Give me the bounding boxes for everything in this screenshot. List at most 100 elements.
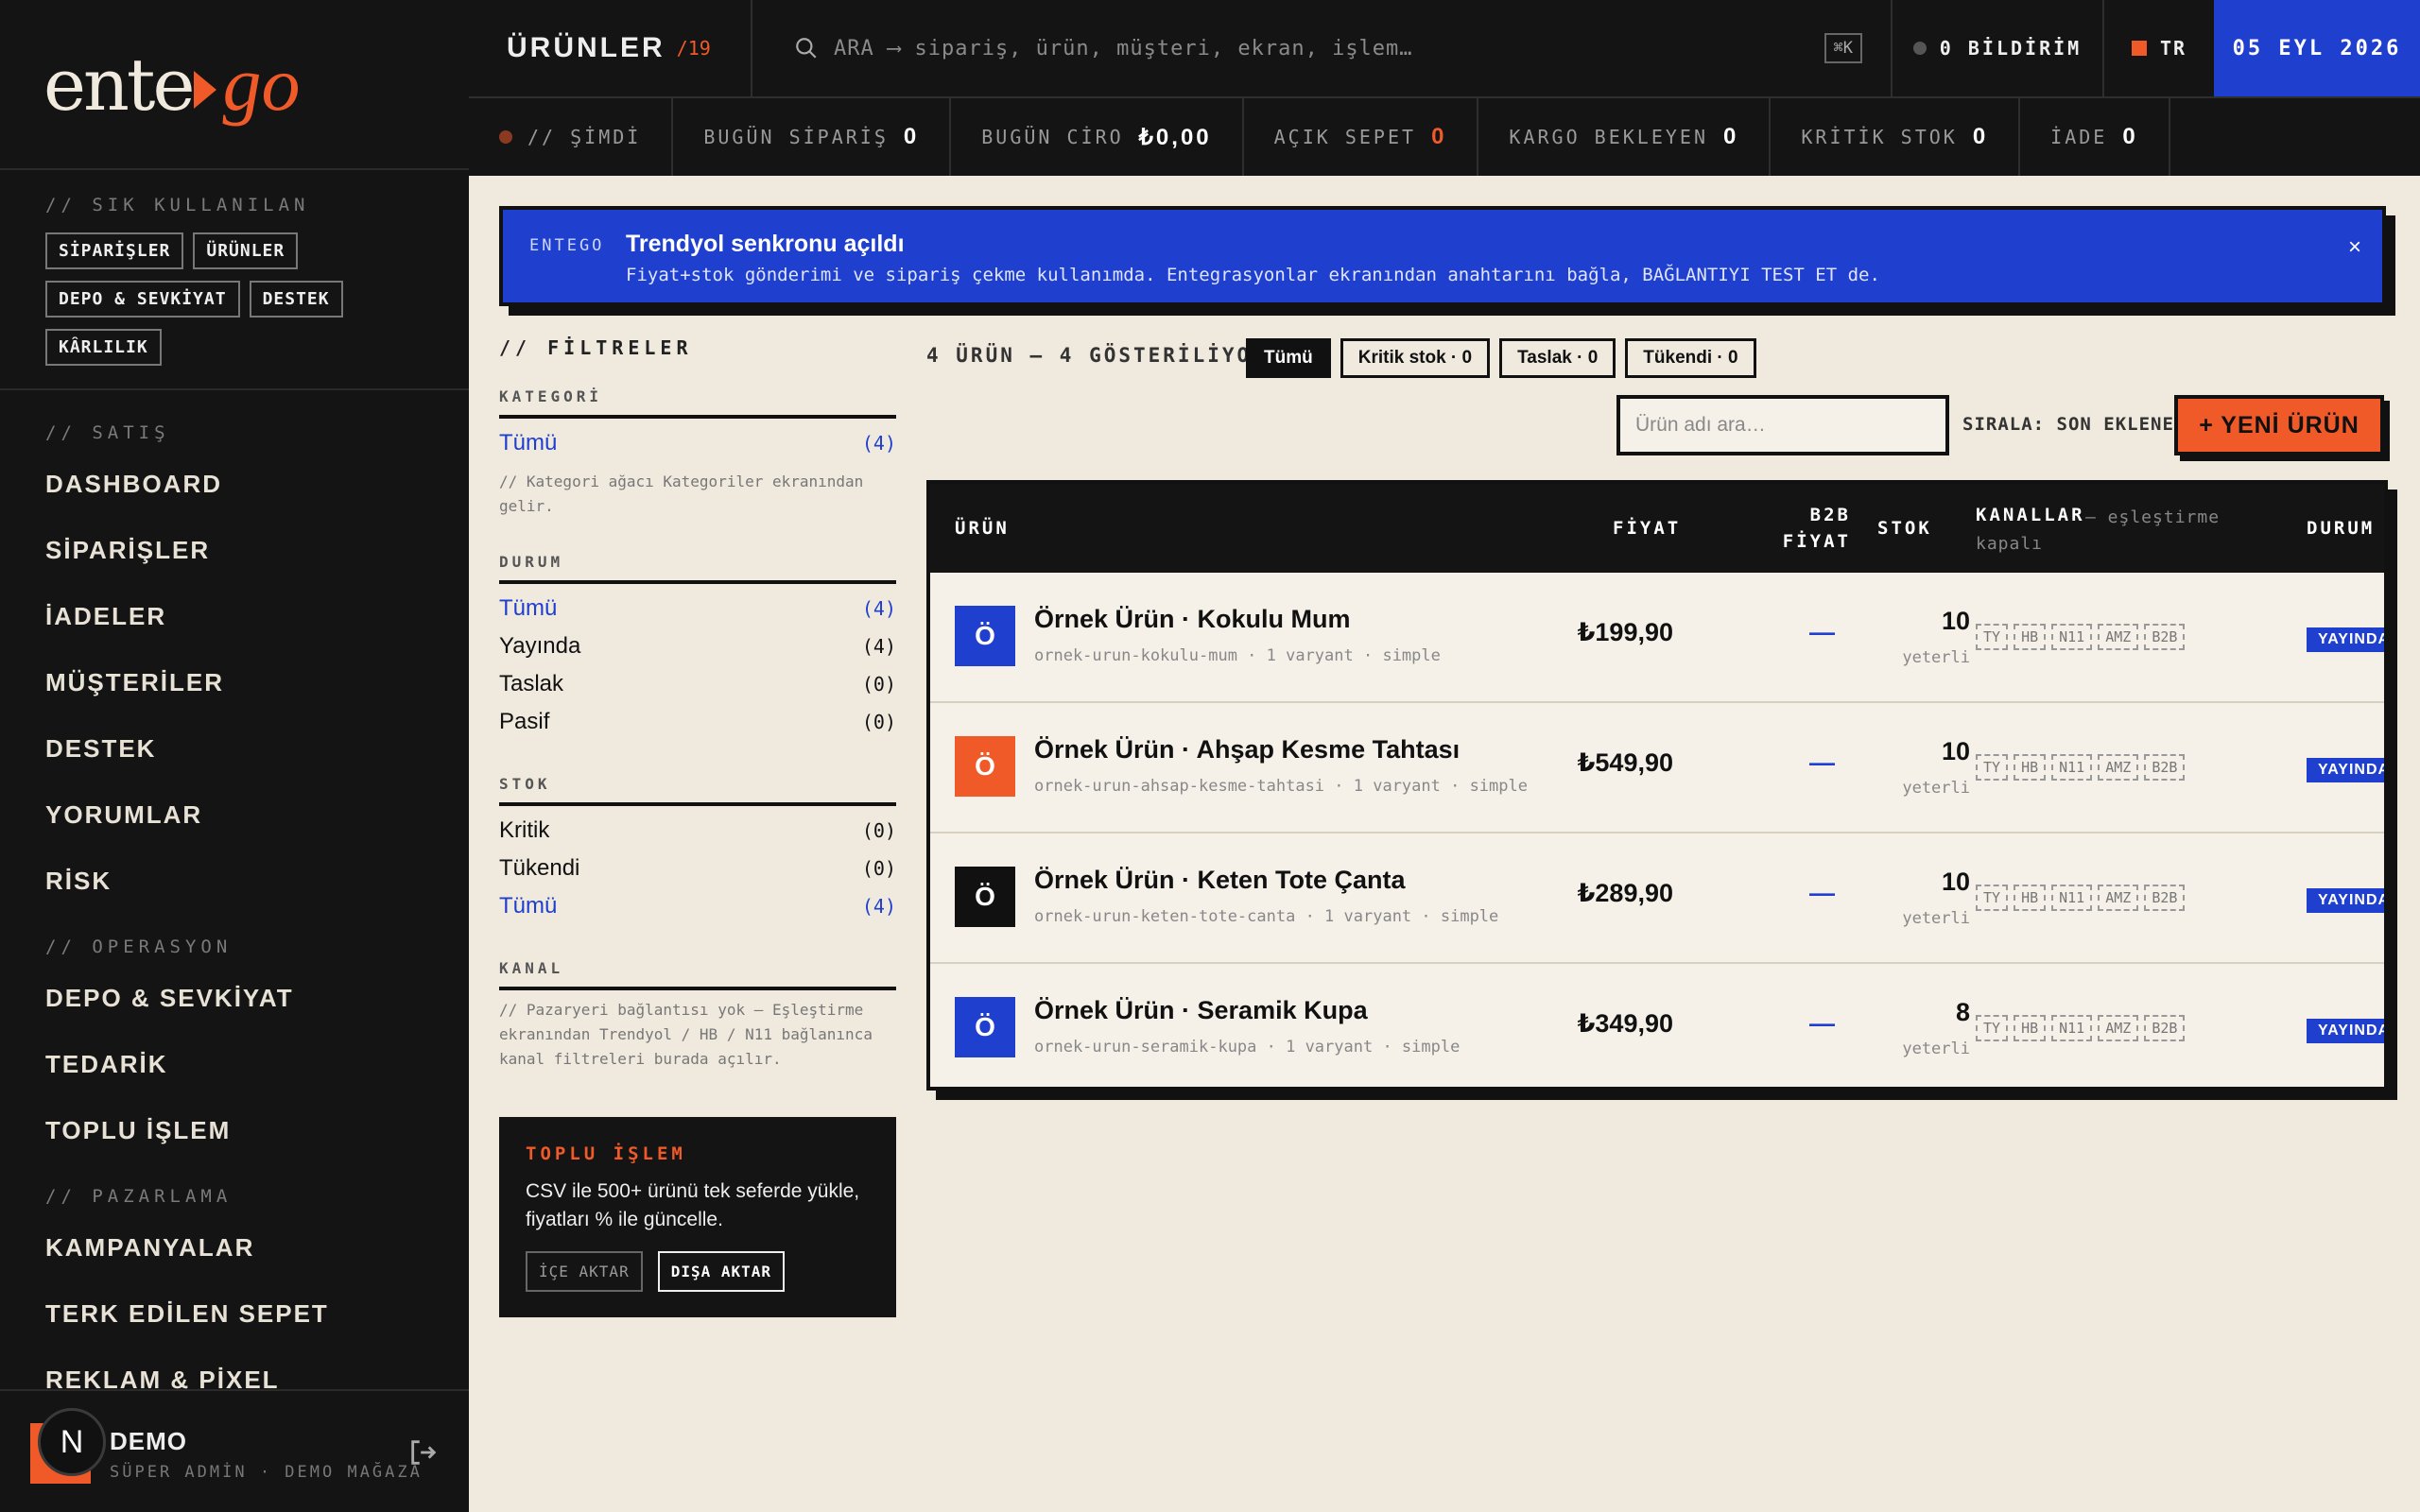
col-product[interactable]: ÜRÜN [955,518,1010,539]
product-name[interactable]: Örnek Ürün · Ahşap Kesme Tahtası [1034,735,1460,765]
fav-chip-support[interactable]: DESTEK [249,281,343,318]
table-row[interactable]: Ö Örnek Ürün · Kokulu Mum ornek-urun-kok… [930,573,2384,703]
product-name[interactable]: Örnek Ürün · Seramik Kupa [1034,996,1368,1025]
filter-stock-all[interactable]: Tümü (4) [499,887,896,925]
sidebar-item-campaigns[interactable]: KAMPANYALAR [0,1214,469,1280]
date-display: 05 EYL 2026 [2214,0,2420,96]
logo-arrow-icon [194,71,217,109]
table-row[interactable]: Ö Örnek Ürün · Seramik Kupa ornek-urun-s… [930,964,2384,1087]
table-row[interactable]: Ö Örnek Ürün · Ahşap Kesme Tahtası ornek… [930,703,2384,833]
stat-value: ₺0,00 [1138,124,1212,150]
filter-section-status: DURUM [499,553,896,584]
global-search-input[interactable]: ARA ⟶ sipariş, ürün, müşteri, ekran, işl… [834,37,1824,60]
sort-dropdown[interactable]: SIRALA: SON EKLENEN [1962,414,2186,435]
product-stock-label: yeterli [1902,1040,1970,1058]
export-button[interactable]: DIŞA AKTAR [657,1251,786,1292]
filter-stock-out[interactable]: Tükendi (0) [499,850,896,887]
product-meta: ornek-urun-kokulu-mum · 1 varyant · simp… [1034,646,1441,665]
sidebar-item-support[interactable]: DESTEK [0,715,469,782]
page-count: /19 [676,37,711,60]
filter-status-all[interactable]: Tümü (4) [499,590,896,627]
tab-draft[interactable]: Taslak · 0 [1499,338,1616,378]
stat-label: BUGÜN CİRO [981,126,1124,148]
filter-section-category: KATEGORİ [499,387,896,419]
list-tabs: Tümü Kritik stok · 0 Taslak · 0 Tükendi … [1246,338,1756,378]
language-label: TR [2159,37,2187,60]
channel-n11: N11 [2051,885,2093,911]
sidebar-item-reviews[interactable]: YORUMLAR [0,782,469,848]
channel-n11: N11 [2051,754,2093,781]
fav-chip-warehouse[interactable]: DEPO & SEVKİYAT [45,281,240,318]
product-name[interactable]: Örnek Ürün · Kokulu Mum [1034,605,1351,634]
sidebar-item-bulk[interactable]: TOPLU İŞLEM [0,1097,469,1163]
logo-text-go: go [222,41,301,127]
product-price: ₺349,90 [1577,1009,1673,1038]
new-product-button[interactable]: + YENİ ÜRÜN [2174,395,2384,455]
nav-group-sales: // SATIŞ DASHBOARD SİPARİŞLER İADELER MÜ… [0,390,469,914]
col-price[interactable]: FİYAT [1613,518,1681,539]
filter-count: (4) [861,635,896,658]
sidebar-item-risk[interactable]: RİSK [0,848,469,914]
filter-status-passive[interactable]: Pasif (0) [499,703,896,741]
favorites-section: // SIK KULLANILAN SİPARİŞLER ÜRÜNLER DEP… [0,170,469,390]
col-b2b: B2B [1809,505,1851,525]
filter-section-channel: KANAL [499,959,896,990]
filter-name: Tümü [499,893,558,919]
sidebar-item-customers[interactable]: MÜŞTERİLER [0,649,469,715]
filter-count: (0) [861,673,896,696]
sidebar-item-dashboard[interactable]: DASHBOARD [0,451,469,517]
stat-today-orders[interactable]: BUGÜN SİPARİŞ 0 [673,98,952,176]
stat-value: 0 [2122,124,2138,149]
top-header: ÜRÜNLER /19 ARA ⟶ sipariş, ürün, müşteri… [469,0,2420,96]
import-button[interactable]: İÇE AKTAR [526,1251,643,1292]
stat-open-cart[interactable]: AÇIK SEPET 0 [1244,98,1479,176]
col-stock[interactable]: STOK [1877,518,1932,539]
tab-all[interactable]: Tümü [1246,338,1331,378]
filter-category-all[interactable]: Tümü (4) [499,424,896,462]
avatar[interactable]: N [38,1408,106,1476]
stat-today-revenue[interactable]: BUGÜN CİRO ₺0,00 [951,98,1244,176]
tab-critical-stock[interactable]: Kritik stok · 0 [1340,338,1491,378]
user-name: DEMO [110,1427,187,1455]
logo[interactable]: ente go [0,0,469,170]
global-search[interactable]: ARA ⟶ sipariş, ürün, müşteri, ekran, işl… [752,0,1893,96]
logout-icon[interactable] [406,1436,441,1469]
close-icon[interactable]: × [2348,234,2361,261]
product-b2b-price: — [1809,1009,1835,1038]
banner-text: Fiyat+stok gönderimi ve sipariş çekme ku… [626,265,1880,285]
product-stock-label: yeterli [1902,648,1970,667]
sidebar-item-abandoned-cart[interactable]: TERK EDİLEN SEPET [0,1280,469,1347]
language-switch[interactable]: TR [2104,0,2214,96]
filter-status-draft[interactable]: Taslak (0) [499,665,896,703]
sidebar-item-orders[interactable]: SİPARİŞLER [0,517,469,583]
tab-out-of-stock[interactable]: Tükendi · 0 [1625,338,1756,378]
status-badge: YAYINDA [2307,1019,2384,1043]
fav-chip-profitability[interactable]: KÂRLILIK [45,329,162,366]
status-badge: YAYINDA [2307,758,2384,782]
channel-hb: HB [2014,754,2047,781]
stat-critical-stock[interactable]: KRİTİK STOK 0 [1771,98,2021,176]
stat-returns[interactable]: İADE 0 [2020,98,2170,176]
sidebar-item-supply[interactable]: TEDARİK [0,1031,469,1097]
stat-cargo-pending[interactable]: KARGO BEKLEYEN 0 [1478,98,1772,176]
stat-value: 0 [903,124,920,149]
notifications-button[interactable]: 0 BİLDİRİM [1893,0,2104,96]
filter-stock-critical[interactable]: Kritik (0) [499,812,896,850]
channel-hb: HB [2014,624,2047,650]
product-name[interactable]: Örnek Ürün · Keten Tote Çanta [1034,866,1406,895]
nav-group-marketing: // PAZARLAMA KAMPANYALAR TERK EDİLEN SEP… [0,1163,469,1413]
sidebar-item-warehouse[interactable]: DEPO & SEVKİYAT [0,965,469,1031]
table-row[interactable]: Ö Örnek Ürün · Keten Tote Çanta ornek-ur… [930,833,2384,964]
filters-panel: // FİLTRELER KATEGORİ Tümü (4) // Kategor… [499,336,896,1072]
col-b2b-price[interactable]: FİYAT [1737,531,1851,552]
fav-chip-orders[interactable]: SİPARİŞLER [45,232,184,269]
filter-name: Taslak [499,671,564,696]
stat-label: BUGÜN SİPARİŞ [703,126,889,148]
fav-chip-products[interactable]: ÜRÜNLER [193,232,299,269]
stat-label: KRİTİK STOK [1801,126,1958,148]
filter-status-published[interactable]: Yayında (4) [499,627,896,665]
channel-n11: N11 [2051,1015,2093,1041]
sidebar-item-returns[interactable]: İADELER [0,583,469,649]
banner-tag: ENTEGO [529,236,605,255]
product-search-input[interactable]: Ürün adı ara… [1616,395,1949,455]
